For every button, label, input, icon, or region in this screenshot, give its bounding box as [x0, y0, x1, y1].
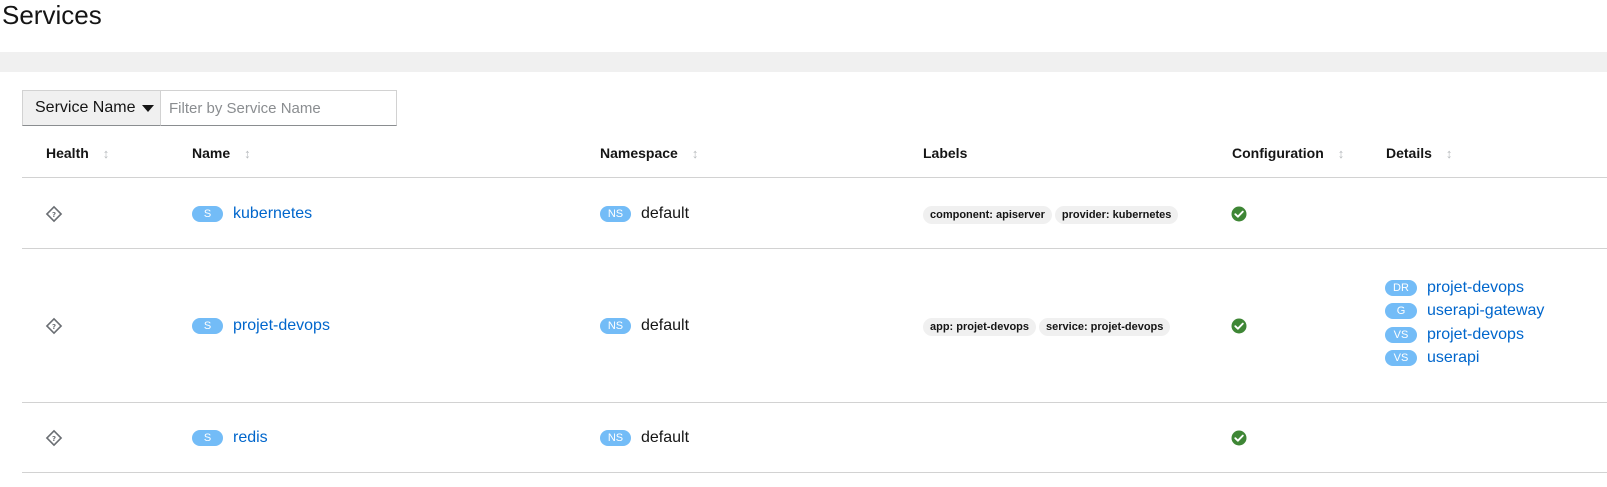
svg-text:?: ?: [52, 211, 56, 219]
virtual-service-badge: VS: [1385, 350, 1417, 367]
svg-text:?: ?: [52, 323, 56, 331]
label-chip: provider: kubernetes: [1054, 206, 1179, 224]
valid-check-icon: [1231, 430, 1247, 446]
filter-toolbar: Service Name: [22, 90, 397, 126]
column-header-namespace[interactable]: Namespace ↕: [600, 144, 698, 162]
namespace-badge: NS: [600, 430, 631, 446]
column-header-label: Details: [1386, 145, 1432, 161]
service-badge: S: [192, 430, 223, 446]
row-divider: [22, 472, 1607, 473]
unknown-health-icon: ?: [45, 429, 63, 447]
column-header-labels: Labels: [923, 144, 967, 162]
namespace-text: default: [641, 317, 690, 334]
services-card: [3, 72, 1607, 487]
service-name-cell: S redis: [192, 429, 268, 447]
sort-arrows-icon[interactable]: ↕: [1446, 146, 1453, 161]
detail-link[interactable]: userapi: [1427, 349, 1479, 367]
filter-type-select[interactable]: Service Name: [22, 90, 161, 126]
column-header-details[interactable]: Details ↕: [1386, 144, 1452, 162]
namespace-cell: NS default: [600, 317, 689, 335]
unknown-health-icon: ?: [45, 317, 63, 335]
namespace-badge: NS: [600, 206, 631, 222]
column-header-health[interactable]: Health ↕: [46, 144, 109, 162]
column-header-label: Configuration: [1232, 145, 1324, 161]
namespace-text: default: [641, 429, 690, 446]
service-link[interactable]: kubernetes: [233, 205, 312, 223]
column-header-configuration[interactable]: Configuration ↕: [1232, 144, 1344, 162]
health-status[interactable]: ?: [45, 317, 63, 335]
configuration-status[interactable]: [1231, 430, 1247, 446]
sort-arrows-icon[interactable]: ↕: [103, 146, 110, 161]
caret-down-icon: [142, 104, 155, 112]
column-header-label: Name: [192, 145, 231, 161]
configuration-status[interactable]: [1231, 206, 1247, 222]
svg-text:?: ?: [52, 435, 56, 443]
valid-check-icon: [1231, 318, 1247, 334]
configuration-status[interactable]: [1231, 318, 1247, 334]
service-badge: S: [192, 206, 223, 222]
row-divider: [22, 402, 1607, 403]
filter-type-label: Service Name: [35, 99, 136, 116]
label-chip: service: projet-devops: [1039, 318, 1171, 336]
gateway-badge: G: [1385, 303, 1417, 320]
namespace-cell: NS default: [600, 205, 689, 223]
detail-link[interactable]: projet-devops: [1427, 279, 1524, 297]
filter-input[interactable]: [161, 90, 397, 126]
sort-arrows-icon[interactable]: ↕: [244, 146, 251, 161]
service-name-cell: S kubernetes: [192, 205, 312, 223]
unknown-health-icon: ?: [45, 205, 63, 223]
detail-link[interactable]: projet-devops: [1427, 326, 1524, 344]
header-divider: [22, 177, 1607, 178]
service-link[interactable]: redis: [233, 429, 268, 447]
page-section-divider: [0, 52, 1607, 72]
service-link[interactable]: projet-devops: [233, 317, 330, 335]
detail-item: VS userapi: [1385, 347, 1544, 371]
virtual-service-badge: VS: [1385, 326, 1417, 343]
valid-check-icon: [1231, 206, 1247, 222]
column-header-label: Namespace: [600, 145, 678, 161]
health-status[interactable]: ?: [45, 205, 63, 223]
label-chip: component: apiserver: [923, 206, 1052, 224]
service-name-cell: S projet-devops: [192, 317, 330, 335]
sort-arrows-icon[interactable]: ↕: [1338, 146, 1345, 161]
column-header-name[interactable]: Name ↕: [192, 144, 251, 162]
page-title: Services: [2, 0, 102, 30]
sort-arrows-icon[interactable]: ↕: [692, 146, 699, 161]
destination-rule-badge: DR: [1385, 279, 1417, 296]
detail-item: VS projet-devops: [1385, 323, 1544, 347]
service-badge: S: [192, 318, 223, 334]
detail-item: G userapi-gateway: [1385, 300, 1544, 324]
namespace-badge: NS: [600, 318, 631, 334]
detail-link[interactable]: userapi-gateway: [1427, 302, 1544, 320]
labels-cell: app: projet-devops service: projet-devop…: [923, 318, 1173, 336]
labels-cell: component: apiserver provider: kubernete…: [923, 206, 1181, 224]
column-header-label: Health: [46, 145, 89, 161]
row-divider: [22, 248, 1607, 249]
namespace-cell: NS default: [600, 429, 689, 447]
details-list: DR projet-devops G userapi-gateway VS pr…: [1385, 276, 1544, 370]
column-header-label: Labels: [923, 145, 968, 161]
namespace-text: default: [641, 205, 690, 222]
label-chip: app: projet-devops: [923, 318, 1037, 336]
health-status[interactable]: ?: [45, 429, 63, 447]
detail-item: DR projet-devops: [1385, 276, 1544, 300]
